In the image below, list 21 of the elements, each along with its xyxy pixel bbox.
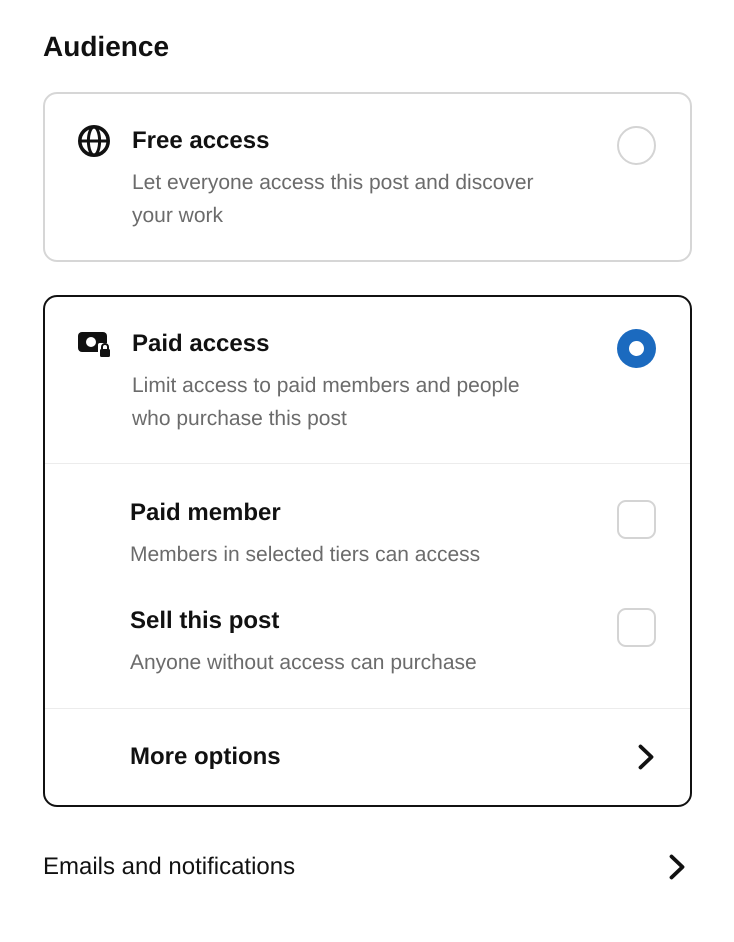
checkbox[interactable] — [617, 500, 656, 539]
more-options-button[interactable]: More options — [45, 709, 690, 805]
sub-option-description: Anyone without access can purchase — [130, 650, 478, 676]
option-title: Paid access — [132, 329, 270, 359]
sub-option-title: Sell this post — [130, 606, 280, 636]
sub-option-title: Paid member — [130, 498, 282, 528]
access-option-card[interactable]: Paid access Limit access to paid members and people who purchase this post Paid member Members in selected tiers can access Sell this post Anyone without access can purchase More options — [43, 295, 692, 807]
option-description: Limit access to paid members and people who purchase this post — [132, 373, 521, 432]
option-description: Let everyone access this post and discover your work — [132, 170, 535, 229]
checkbox[interactable] — [617, 608, 656, 647]
emails-notifications-link[interactable]: Emails and notifications — [43, 827, 692, 907]
option-title: Free access — [132, 126, 270, 156]
access-option-card[interactable]: Free access Let everyone access this post and discover your work — [43, 92, 692, 262]
sub-option-description: Members in selected tiers can access — [130, 542, 482, 568]
chevron-right-icon — [638, 744, 654, 770]
banknote-lock-icon — [78, 330, 112, 358]
radio-button[interactable] — [617, 329, 656, 368]
section-heading: Audience — [43, 30, 170, 64]
chevron-right-icon — [669, 854, 685, 880]
globe-icon — [78, 125, 110, 157]
radio-button[interactable] — [617, 126, 656, 165]
